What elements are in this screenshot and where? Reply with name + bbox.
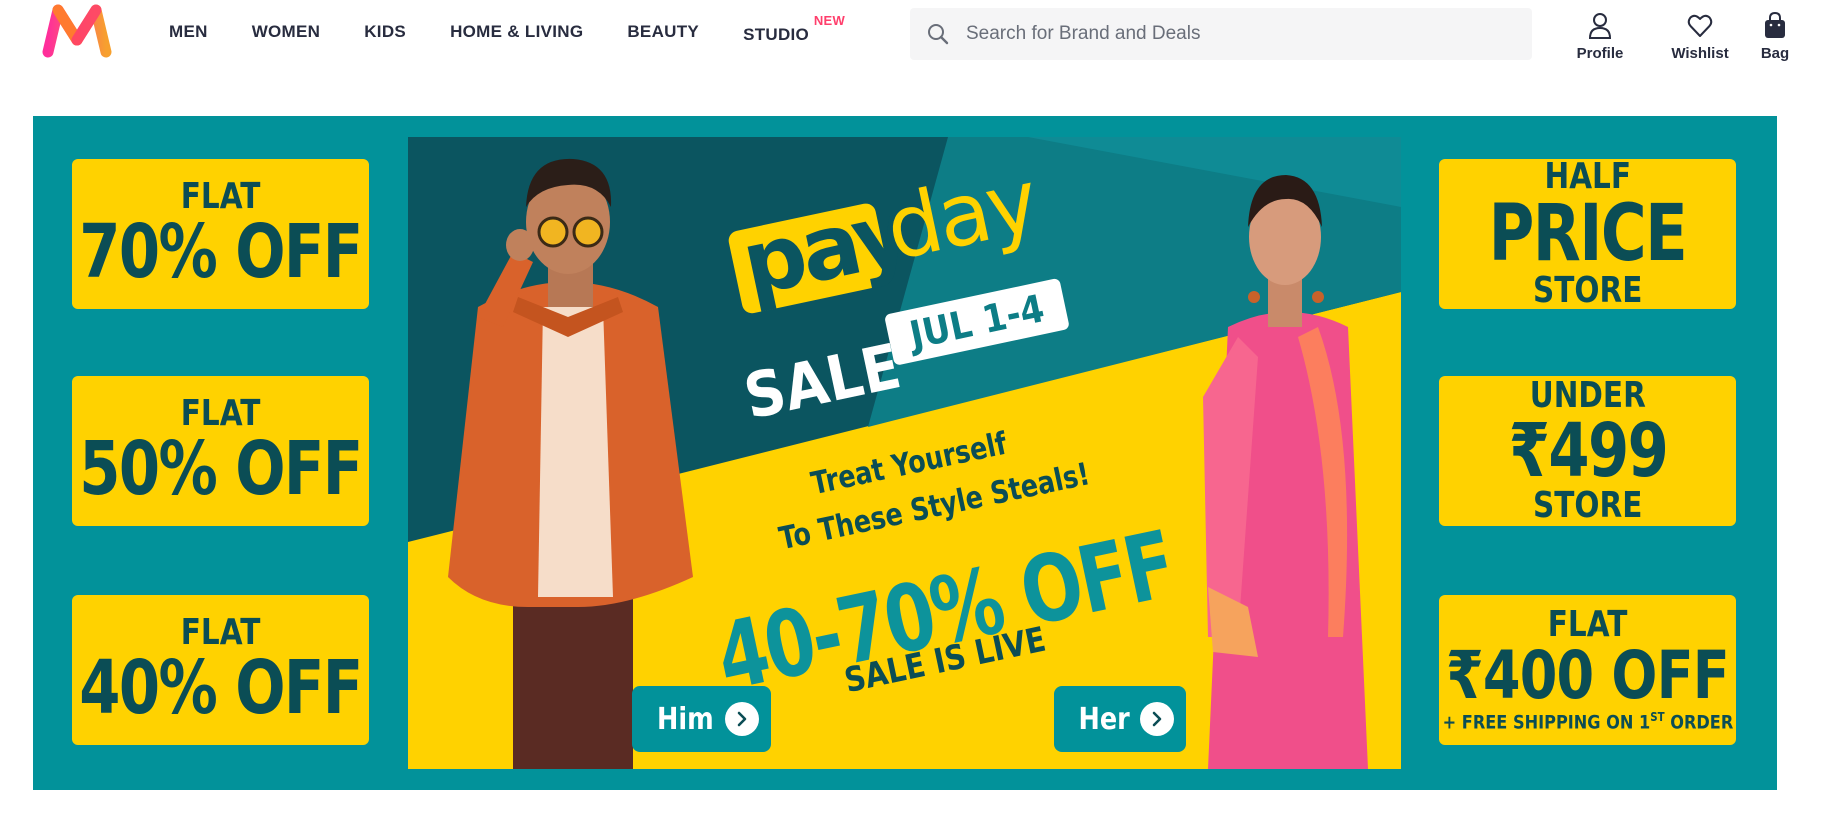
ordinal-sup: ST <box>1649 710 1665 725</box>
profile-button[interactable]: Profile <box>1560 12 1640 62</box>
tile-line-big: 50% OFF <box>79 426 363 512</box>
heart-icon <box>1687 14 1713 37</box>
bag-icon <box>1765 12 1785 38</box>
header-actions: Profile Wishlist Bag <box>1560 12 1800 62</box>
shop-her-label: Her <box>1078 701 1130 737</box>
nav-item-beauty[interactable]: BEAUTY <box>627 22 699 42</box>
tile-line-small: STORE <box>1532 270 1643 311</box>
tile-line-small: STORE <box>1532 485 1643 526</box>
tile-flat-40-off[interactable]: FLAT 40% OFF <box>72 595 369 745</box>
tile-flat-400-off[interactable]: FLAT ₹400 OFF + FREE SHIPPING ON 1ST ORD… <box>1439 595 1736 745</box>
tile-under-499-store[interactable]: UNDER ₹499 STORE <box>1439 376 1736 526</box>
tile-line-big: 70% OFF <box>79 209 363 295</box>
search-input[interactable] <box>966 8 1506 60</box>
payday-center-panel[interactable]: pay day SALE JUL 1-4 Treat Yourself To T… <box>408 137 1401 769</box>
tile-line-big: 40% OFF <box>79 645 363 731</box>
myntra-logo-icon[interactable] <box>40 4 114 60</box>
top-header: MEN WOMEN KIDS HOME & LIVING BEAUTY STUD… <box>0 0 1823 80</box>
nav-item-kids[interactable]: KIDS <box>364 22 406 42</box>
nav-item-studio[interactable]: STUDIO NEW <box>743 13 845 45</box>
chevron-right-icon <box>724 702 759 736</box>
wishlist-button[interactable]: Wishlist <box>1660 12 1740 62</box>
nav-item-home-living[interactable]: HOME & LIVING <box>450 22 583 42</box>
tile-line-tiny: + FREE SHIPPING ON 1ST ORDER <box>1442 711 1733 732</box>
free-shipping-text: + FREE SHIPPING ON 1 <box>1442 711 1650 734</box>
profile-label: Profile <box>1576 45 1624 62</box>
tile-half-price-store[interactable]: HALF PRICE STORE <box>1439 159 1736 309</box>
shop-him-button[interactable]: Him <box>632 686 771 752</box>
chevron-right-icon <box>1140 702 1175 736</box>
nav-item-women[interactable]: WOMEN <box>252 22 321 42</box>
tile-line-big: ₹499 <box>1508 408 1668 494</box>
bag-button[interactable]: Bag <box>1750 12 1800 62</box>
main-nav: MEN WOMEN KIDS HOME & LIVING BEAUTY STUD… <box>169 0 853 64</box>
bag-label: Bag <box>1760 45 1790 62</box>
shop-him-label: Him <box>656 701 714 737</box>
nav-item-men[interactable]: MEN <box>169 22 208 42</box>
profile-icon <box>1588 13 1612 39</box>
tile-flat-50-off[interactable]: FLAT 50% OFF <box>72 376 369 526</box>
wishlist-label: Wishlist <box>1671 45 1729 62</box>
search-bar <box>910 8 1532 60</box>
nav-item-studio-label: STUDIO <box>743 25 810 44</box>
model-him-image <box>448 158 693 769</box>
tile-flat-70-off[interactable]: FLAT 70% OFF <box>72 159 369 309</box>
model-her-image <box>1203 175 1368 769</box>
order-text: ORDER <box>1664 711 1733 734</box>
shop-her-button[interactable]: Her <box>1054 686 1187 752</box>
tile-line-big: PRICE <box>1488 189 1688 279</box>
tile-line-big: ₹400 OFF <box>1446 637 1730 715</box>
search-icon[interactable] <box>910 8 966 60</box>
new-badge: NEW <box>813 13 846 28</box>
